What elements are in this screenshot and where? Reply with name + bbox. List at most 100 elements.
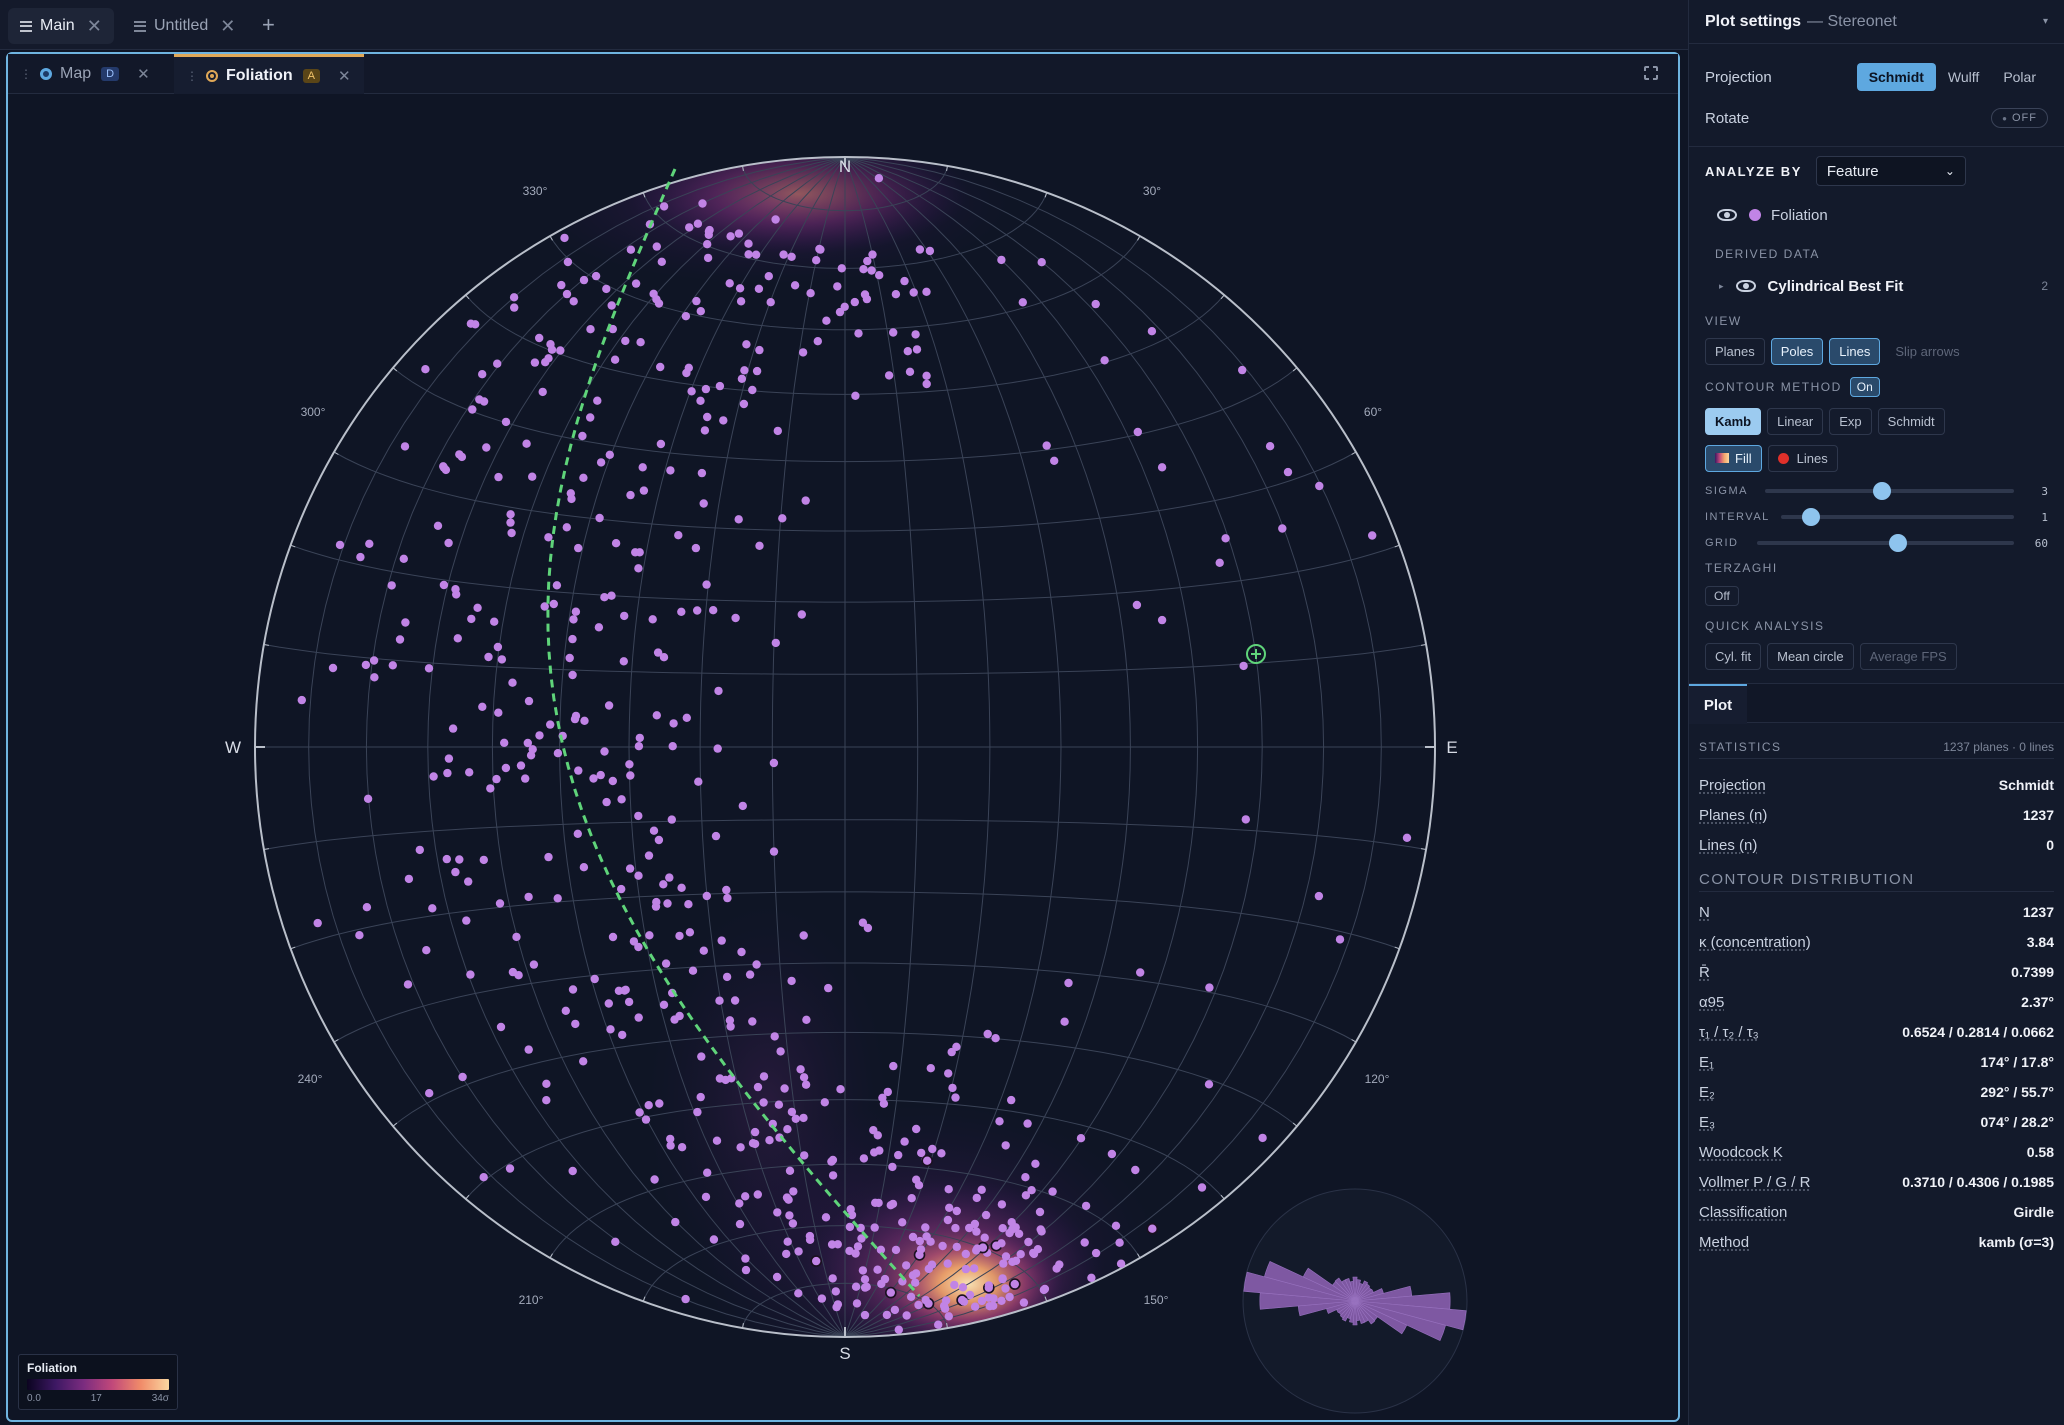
pole-point <box>444 538 453 548</box>
pole-point <box>973 1244 982 1253</box>
pole-point <box>943 1215 953 1225</box>
pole-point <box>731 613 740 623</box>
chevron-down-icon[interactable]: ▾ <box>2043 16 2048 27</box>
pole-point <box>659 880 668 889</box>
pole-point <box>335 540 345 550</box>
drag-handle-icon[interactable]: ⋮ <box>20 67 32 81</box>
contour-toggle[interactable]: On <box>1849 377 1880 397</box>
pole-point <box>1019 1298 1029 1307</box>
drag-handle-icon[interactable]: ⋮ <box>186 69 198 83</box>
azimuth-label-330: 330° <box>523 184 548 198</box>
pole-point <box>688 966 698 975</box>
tab-main-label: Main <box>40 17 75 34</box>
average-fps-button[interactable]: Average FPS <box>1859 642 1957 670</box>
pole-point <box>687 387 696 396</box>
close-icon[interactable]: ✕ <box>220 16 235 37</box>
pole-point <box>868 250 877 259</box>
method-kamb-button[interactable]: Kamb <box>1705 407 1762 435</box>
new-tab-button[interactable]: + <box>262 12 275 38</box>
fill-button[interactable]: Fill <box>1705 444 1762 472</box>
eye-icon[interactable] <box>1717 209 1737 221</box>
pole-point <box>478 702 487 711</box>
app-root: Main ✕ Untitled ✕ + ⋮ Map D ✕ ⋮ Foliatio… <box>0 0 2064 1425</box>
pole-point <box>668 742 677 751</box>
pole-point <box>455 855 464 864</box>
tab-plot[interactable]: Plot <box>1689 684 1747 724</box>
pole-point <box>812 256 821 265</box>
view-slip-arrows-button[interactable]: Slip arrows <box>1886 339 1968 364</box>
view-poles-button[interactable]: Poles <box>1770 337 1824 365</box>
tab-untitled[interactable]: Untitled ✕ <box>122 8 247 44</box>
projection-polar-button[interactable]: Polar <box>1991 63 2048 91</box>
pole-point <box>648 615 657 624</box>
pole-point <box>898 1218 907 1227</box>
method-linear-button[interactable]: Linear <box>1767 407 1824 435</box>
expand-icon[interactable]: ▸ <box>1719 281 1724 292</box>
view-planes-button[interactable]: Planes <box>1705 337 1765 365</box>
projection-schmidt-button[interactable]: Schmidt <box>1856 63 1936 91</box>
pole-point <box>600 593 609 602</box>
pole-point <box>490 617 499 626</box>
stereonet-plot[interactable]: N S E W 30° 60° 120° 150° 210° 240° 300°… <box>8 94 1678 1420</box>
distribution-value: 0.6524 / 0.2814 / 0.0662 <box>1902 1024 2054 1040</box>
pole-point <box>507 528 516 538</box>
pole-point <box>453 634 462 643</box>
statistics-header: STATISTICS 1237 planes · 0 lines <box>1699 735 2054 759</box>
pole-point <box>1036 1225 1045 1234</box>
tab-map[interactable]: ⋮ Map D ✕ <box>8 54 174 94</box>
pole-point <box>735 1199 744 1208</box>
sigma-slider-knob[interactable] <box>1873 482 1892 500</box>
fullscreen-icon[interactable] <box>1642 64 1660 82</box>
distribution-key: Vollmer P / G / R <box>1699 1173 1811 1191</box>
tab-main[interactable]: Main ✕ <box>8 8 114 44</box>
pole-point <box>608 932 618 942</box>
rotate-toggle[interactable]: OFF <box>1991 108 2048 128</box>
derived-item-row[interactable]: ▸ Cylindrical Best Fit 2 <box>1719 273 2048 299</box>
feature-row[interactable]: Foliation <box>1717 202 2048 228</box>
document-icon <box>134 20 146 32</box>
pole-point <box>1048 1187 1057 1196</box>
pole-point <box>522 439 531 448</box>
pole-point <box>952 1206 961 1216</box>
terzaghi-toggle[interactable]: Off <box>1705 586 1739 606</box>
pole-point <box>544 852 553 862</box>
mean-circle-button[interactable]: Mean circle <box>1767 642 1854 670</box>
pole-point <box>1314 891 1324 901</box>
pole-point <box>952 1242 961 1252</box>
pole-point <box>875 1146 884 1155</box>
pole-point <box>644 1101 653 1110</box>
pole-point <box>677 607 686 616</box>
tab-foliation[interactable]: ⋮ Foliation A ✕ <box>174 54 364 94</box>
view-lines-button[interactable]: Lines <box>1829 337 1881 365</box>
pole-point <box>500 738 509 747</box>
eye-icon[interactable] <box>1735 280 1756 292</box>
method-exp-button[interactable]: Exp <box>1829 407 1872 435</box>
interval-slider[interactable] <box>1781 508 2014 526</box>
pole-point <box>501 417 511 427</box>
grid-slider[interactable] <box>1757 534 2014 552</box>
projection-wulff-button[interactable]: Wulff <box>1936 63 1991 91</box>
distribution-value: 174° / 17.8° <box>1980 1054 2054 1070</box>
close-icon[interactable]: ✕ <box>87 16 102 37</box>
azimuth-label-60: 60° <box>1364 405 1382 419</box>
cyl-fit-button[interactable]: Cyl. fit <box>1705 642 1762 670</box>
contour-distribution-title: CONTOUR DISTRIBUTION <box>1699 871 1915 888</box>
pole-point <box>448 724 458 733</box>
close-icon[interactable]: ✕ <box>338 67 351 85</box>
grid-slider-knob[interactable] <box>1889 534 1908 552</box>
interval-slider-knob[interactable] <box>1802 508 1821 526</box>
close-icon[interactable]: ✕ <box>137 65 150 83</box>
pole-point <box>1064 978 1073 988</box>
sigma-slider[interactable] <box>1765 482 2014 500</box>
view-buttons: Planes Poles Lines Slip arrows <box>1705 336 2048 366</box>
pole-point <box>748 1017 757 1026</box>
distribution-key: α95 <box>1699 993 1725 1011</box>
pole-point <box>778 514 787 523</box>
analyze-select[interactable]: Feature ⌄ <box>1815 156 1966 186</box>
pole-point <box>880 1274 890 1284</box>
pole-point <box>624 997 634 1007</box>
sidebar-header[interactable]: Plot settings — Stereonet ▾ <box>1689 0 2064 44</box>
method-schmidt-button[interactable]: Schmidt <box>1877 407 1945 435</box>
lines-button[interactable]: Lines <box>1767 444 1838 472</box>
grid-value: 60 <box>2034 536 2048 550</box>
